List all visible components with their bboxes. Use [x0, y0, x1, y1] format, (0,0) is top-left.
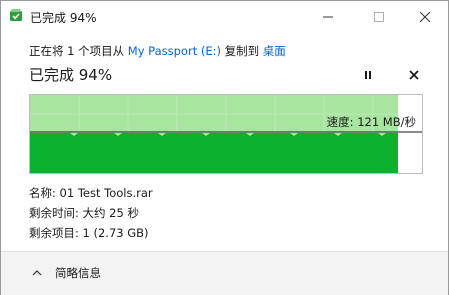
copy-middle: 复制到 [220, 44, 263, 58]
speed-graph-canvas [30, 95, 422, 173]
footer-bar: 简略信息 [1, 251, 448, 295]
copy-description: 正在将 1 个项目从 My Passport (E:) 复制到 桌面 [29, 43, 286, 59]
pause-icon [365, 71, 371, 79]
close-button[interactable] [402, 1, 448, 33]
progress-status: 已完成 94% [29, 66, 113, 84]
close-icon [420, 12, 430, 22]
pause-button[interactable] [359, 66, 377, 84]
transfer-details: 名称: 01 Test Tools.rar 剩余时间: 大约 25 秒 剩余项目… [29, 183, 153, 243]
throughput-area [30, 133, 398, 173]
fewer-details-toggle[interactable]: 简略信息 [31, 265, 101, 281]
copy-prefix: 正在将 1 个项目从 [29, 44, 128, 58]
maximize-button[interactable] [356, 1, 402, 33]
chevron-up-icon [32, 270, 42, 276]
copy-progress-window: 已完成 94% 正在将 1 个项目从 My Passport (E:) 复制到 … [0, 0, 449, 295]
cancel-icon [409, 70, 419, 80]
speed-label: 速度: 121 MB/秒 [326, 115, 416, 129]
title-bar[interactable]: 已完成 94% [1, 1, 448, 33]
transfer-speed-graph: 速度: 121 MB/秒 [29, 94, 423, 174]
file-copy-icon [8, 7, 24, 23]
cancel-button[interactable] [405, 66, 423, 84]
minimize-icon [323, 16, 333, 18]
items-remaining: 剩余项目: 1 (2.73 GB) [29, 226, 149, 240]
dialog-content: 正在将 1 个项目从 My Passport (E:) 复制到 桌面 已完成 9… [1, 33, 448, 251]
time-remaining: 剩余时间: 大约 25 秒 [29, 206, 139, 220]
fewer-details-label: 简略信息 [55, 266, 101, 280]
maximize-icon [374, 12, 384, 22]
minimize-button[interactable] [305, 1, 351, 33]
source-link[interactable]: My Passport (E:) [128, 44, 221, 58]
destination-link[interactable]: 桌面 [263, 44, 286, 58]
window-title: 已完成 94% [30, 11, 97, 25]
file-name: 名称: 01 Test Tools.rar [29, 186, 153, 200]
